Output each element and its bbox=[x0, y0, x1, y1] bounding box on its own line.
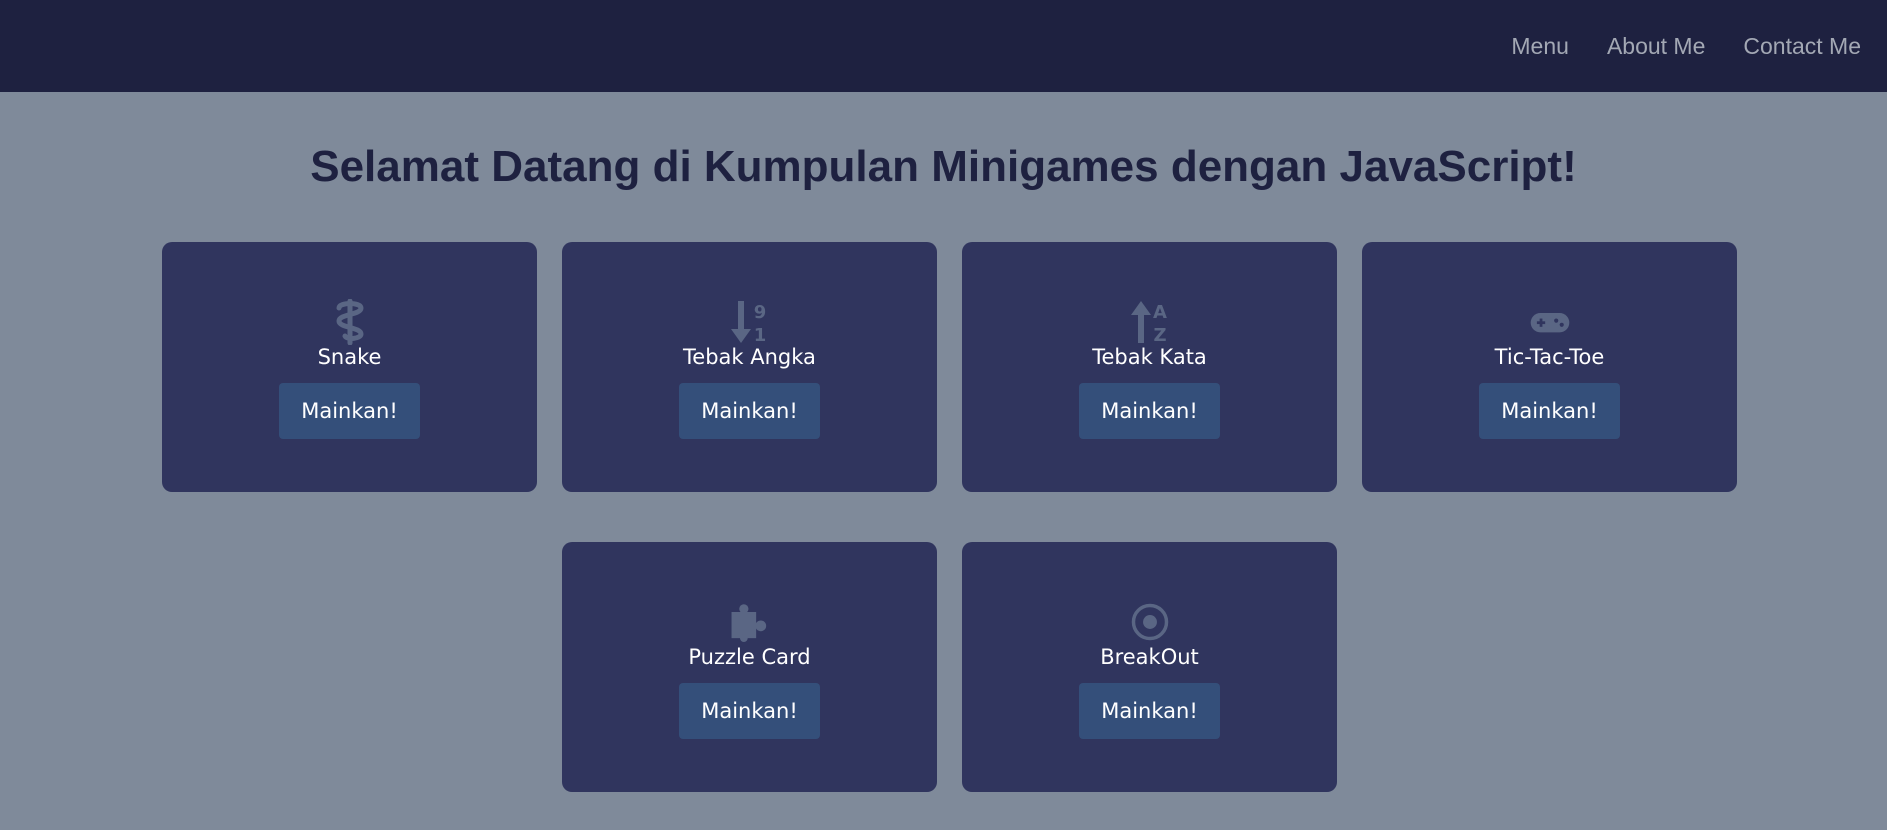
game-card-breakout: BreakOut Mainkan! bbox=[962, 542, 1337, 792]
game-card-tebak-kata: A Z Tebak Kata Mainkan! bbox=[962, 242, 1337, 492]
gamepad-icon bbox=[1530, 299, 1570, 345]
sort-alpha-up-icon: A Z bbox=[1130, 299, 1170, 345]
play-button-puzzle-card[interactable]: Mainkan! bbox=[679, 683, 820, 739]
games-grid: Snake Mainkan! 9 1 Tebak Angka Mainkan! bbox=[0, 192, 1887, 792]
game-title: Snake bbox=[317, 345, 382, 369]
puzzle-piece-icon bbox=[730, 599, 770, 645]
game-card-snake: Snake Mainkan! bbox=[162, 242, 537, 492]
game-title: Puzzle Card bbox=[688, 645, 811, 669]
play-button-tebak-kata[interactable]: Mainkan! bbox=[1079, 383, 1220, 439]
top-navbar: Menu About Me Contact Me bbox=[0, 0, 1887, 92]
game-title: Tebak Angka bbox=[683, 345, 816, 369]
nav-link-menu[interactable]: Menu bbox=[1511, 33, 1569, 60]
svg-text:A: A bbox=[1153, 302, 1167, 323]
game-title: Tic-Tac-Toe bbox=[1494, 345, 1605, 369]
svg-text:9: 9 bbox=[753, 302, 766, 323]
nav-link-contact-me[interactable]: Contact Me bbox=[1743, 33, 1861, 60]
svg-text:1: 1 bbox=[753, 325, 766, 345]
game-title: Tebak Kata bbox=[1092, 345, 1207, 369]
game-card-puzzle-card: Puzzle Card Mainkan! bbox=[562, 542, 937, 792]
game-card-tic-tac-toe: Tic-Tac-Toe Mainkan! bbox=[1362, 242, 1737, 492]
staff-snake-icon bbox=[330, 299, 370, 345]
play-button-tic-tac-toe[interactable]: Mainkan! bbox=[1479, 383, 1620, 439]
svg-text:Z: Z bbox=[1153, 325, 1166, 345]
play-button-breakout[interactable]: Mainkan! bbox=[1079, 683, 1220, 739]
play-button-tebak-angka[interactable]: Mainkan! bbox=[679, 383, 820, 439]
dot-circle-icon bbox=[1130, 599, 1170, 645]
nav-link-about-me[interactable]: About Me bbox=[1607, 33, 1705, 60]
play-button-snake[interactable]: Mainkan! bbox=[279, 383, 420, 439]
game-title: BreakOut bbox=[1100, 645, 1199, 669]
page-title: Selamat Datang di Kumpulan Minigames den… bbox=[310, 142, 1577, 191]
sort-numeric-down-icon: 9 1 bbox=[730, 299, 770, 345]
game-card-tebak-angka: 9 1 Tebak Angka Mainkan! bbox=[562, 242, 937, 492]
